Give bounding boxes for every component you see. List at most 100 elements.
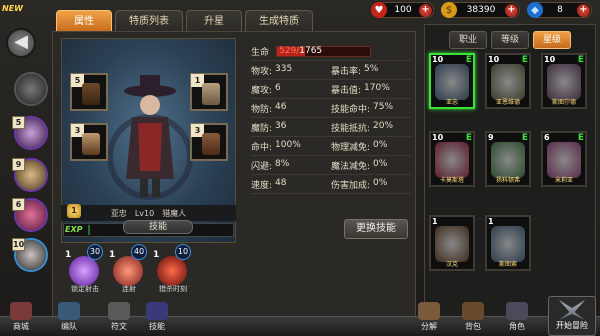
roster-card[interactable]: 10 E 斯图尔德 — [541, 53, 587, 109]
roster-card[interactable]: 10 E 亚忠 — [429, 53, 475, 109]
roster-card[interactable]: 1 汉克 — [429, 215, 475, 271]
stat-label: 物防: — [251, 104, 273, 115]
hp-row: 生命 529/1765 — [251, 42, 411, 61]
hero-portrait — [435, 64, 469, 100]
game-screen: { "currency": { "hearts": {"icon": "hear… — [0, 0, 600, 336]
equip-slot-boots[interactable]: 5 — [70, 73, 108, 111]
back-button[interactable]: ◀ — [6, 28, 36, 58]
tab-attributes[interactable]: 属性 — [56, 10, 112, 32]
roster-card[interactable]: 1 斯图索 — [485, 215, 531, 271]
stat-label: 魔法减免: — [331, 161, 371, 172]
blue-gem-icon: ◆ — [527, 2, 543, 18]
nav-shop[interactable]: 商城 — [6, 302, 36, 336]
roster-card[interactable]: 6 E 米莉亚 — [541, 131, 587, 187]
tab-trait-list[interactable]: 特质列表 — [115, 10, 183, 32]
stat-value: 20% — [373, 120, 394, 131]
stat-value: 75% — [373, 101, 394, 112]
decompose-icon — [418, 302, 440, 320]
crossed-swords-icon — [559, 300, 585, 320]
stat-value: 170% — [364, 82, 390, 93]
stat-label: 技能抵抗: — [331, 123, 371, 134]
stat-value: 46 — [275, 101, 287, 112]
skill-3[interactable]: 1 10 猎杀时刻 — [153, 244, 193, 294]
boots-icon — [82, 83, 100, 105]
bag-icon — [462, 302, 484, 320]
equip-slot-legs[interactable]: 3 — [190, 123, 228, 161]
rune-icon — [108, 302, 130, 320]
crosshair-purple-icon — [69, 256, 99, 286]
stat-value: 8% — [275, 158, 290, 169]
left-char-1[interactable] — [14, 72, 48, 106]
slash-red-icon — [113, 256, 143, 286]
nav-rune[interactable]: 符文 — [104, 302, 134, 336]
team-icon — [58, 302, 80, 320]
roster-panel: 职业 等级 星级 10 E 亚忠 10 E 亚恩维德 10 E 斯图尔德 10 E 卡… — [424, 24, 596, 324]
hero-portrait — [547, 142, 581, 178]
heart-icon: ♥ — [371, 2, 387, 18]
gems-counter: ◆ 8 + — [527, 2, 592, 18]
hp-bar: 529/1765 — [276, 45, 372, 57]
stat-label: 速度: — [251, 180, 273, 191]
shop-icon — [10, 302, 32, 320]
nav-bag[interactable]: 背包 — [458, 302, 488, 336]
hearts-counter: ♥ 100 + — [371, 2, 434, 18]
add-hearts-button[interactable]: + — [419, 3, 432, 17]
roster-card[interactable]: 10 E 卡莫斯塔 — [429, 131, 475, 187]
rank-badge: 1 — [67, 204, 81, 218]
stat-label: 魔防: — [251, 123, 273, 134]
stat-row: 命中: 100% 物理减免: 0% — [251, 137, 411, 156]
leg-armor-icon — [202, 133, 220, 155]
new-badge: NEW — [2, 4, 23, 13]
stat-value: 5% — [364, 63, 379, 74]
stat-value: 6 — [275, 82, 281, 93]
gold-coins-icon: $ — [441, 2, 457, 18]
stat-row: 闪避: 8% 魔法减免: 0% — [251, 156, 411, 175]
start-adventure-button[interactable]: 开始冒险 — [548, 296, 596, 336]
nav-skill-book[interactable]: 技能 — [142, 302, 172, 336]
character-icon — [506, 302, 528, 320]
stat-value: 36 — [275, 120, 287, 131]
left-char-level: 5 — [12, 116, 25, 129]
stat-row: 魔防: 36 技能抵抗: 20% — [251, 118, 411, 137]
roster-card[interactable]: 9 E 扬科顿弗 — [485, 131, 531, 187]
roster-card[interactable]: 10 E 亚恩维德 — [485, 53, 531, 109]
stat-row: 物防: 46 技能命中: 75% — [251, 99, 411, 118]
equip-slot-chest[interactable]: 3 — [70, 123, 108, 161]
swap-skill-button[interactable]: 更换技能 — [344, 219, 408, 239]
stat-value: 100% — [275, 139, 301, 150]
stat-label: 物攻: — [251, 66, 273, 77]
skill-1[interactable]: 1 30 锁定射击 — [65, 244, 105, 294]
nav-character[interactable]: 角色 — [502, 302, 532, 336]
hero-portrait — [435, 226, 469, 262]
hero-portrait — [547, 64, 581, 100]
stat-label: 闪避: — [251, 161, 273, 172]
tab-generate-trait[interactable]: 生成特质 — [245, 10, 313, 32]
stat-label: 暴击率: — [331, 66, 362, 77]
arrow-left-icon: ◀ — [14, 31, 28, 52]
stats-table: 生命 529/1765 物攻: 335 暴击率: 5% 魔攻: 6 暴击值: 170% 物防: 4… — [251, 42, 411, 194]
equip-slot-pants[interactable]: 1 — [190, 73, 228, 111]
tab-star-up[interactable]: 升星 — [186, 10, 242, 32]
hero-portrait — [491, 226, 525, 262]
nav-decompose[interactable]: 分解 — [414, 302, 444, 336]
pants-icon — [202, 83, 220, 105]
tab-stars[interactable]: 星级 — [533, 31, 571, 49]
skill-2[interactable]: 1 40 连射 — [109, 244, 149, 294]
stat-value: 335 — [275, 63, 293, 74]
left-char-level: 9 — [12, 158, 25, 171]
tab-class[interactable]: 职业 — [449, 31, 487, 49]
chest-armor-icon — [82, 133, 100, 155]
add-gems-button[interactable]: + — [577, 3, 590, 17]
stat-label: 暴击值: — [331, 85, 362, 96]
stat-row: 物攻: 335 暴击率: 5% — [251, 61, 411, 80]
attribute-panel: 5 1 3 3 亚忠 Lv10 猎魔人 1 EXP 16/2000 生命 — [52, 31, 416, 317]
character-name-bar: 亚忠 Lv10 猎魔人 — [61, 205, 236, 221]
stat-row: 速度: 48 伤害加成: 0% — [251, 175, 411, 194]
hero-portrait — [491, 142, 525, 178]
stat-value: 0% — [373, 158, 388, 169]
stat-value: 0% — [373, 177, 388, 188]
hero-portrait — [491, 64, 525, 100]
add-gold-button[interactable]: + — [505, 3, 518, 17]
nav-team[interactable]: 编队 — [54, 302, 84, 336]
tab-level[interactable]: 等级 — [491, 31, 529, 49]
